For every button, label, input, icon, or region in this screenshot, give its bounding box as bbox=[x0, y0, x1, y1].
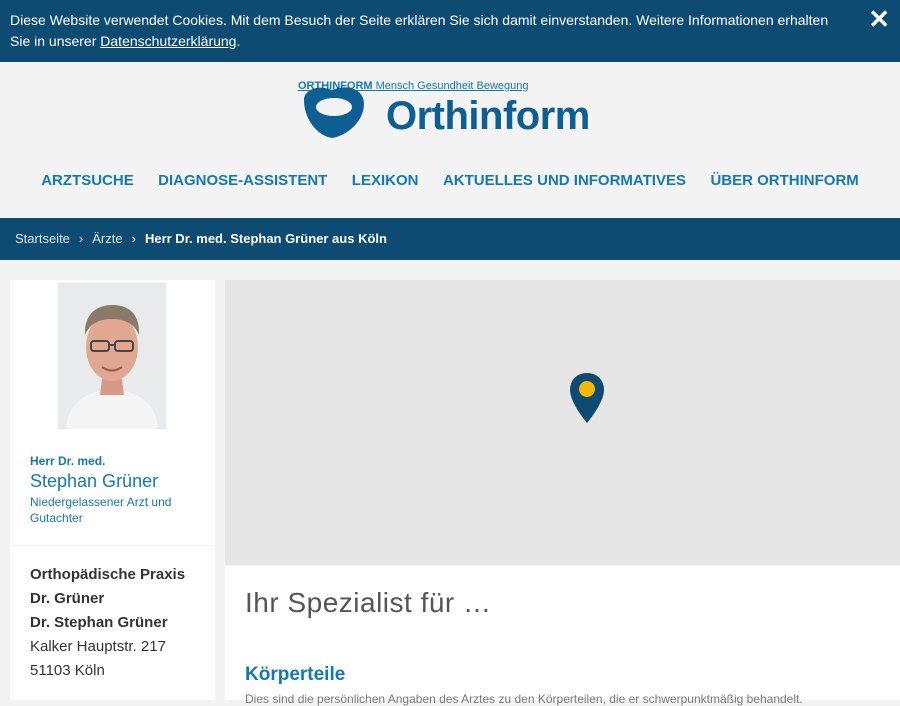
section-description: Dies sind die persönlichen Angaben des A… bbox=[245, 692, 803, 706]
site-header: ORTHINFORM Mensch Gesundheit Bewegung Or… bbox=[0, 62, 900, 218]
specialist-heading: Ihr Spezialist für … bbox=[245, 587, 492, 618]
nav-lexikon[interactable]: LEXIKON bbox=[352, 172, 419, 189]
cookie-text: Diese Website verwendet Cookies. Mit dem… bbox=[10, 10, 850, 52]
nav-diagnose-assistent[interactable]: DIAGNOSE-ASSISTENT bbox=[158, 172, 327, 189]
doctor-card: Herr Dr. med. Stephan Grüner Niedergelas… bbox=[10, 280, 215, 545]
breadcrumb-current: Herr Dr. med. Stephan Grüner aus Köln bbox=[144, 231, 387, 246]
practice-city: 51103 Köln bbox=[30, 662, 105, 679]
practice-doctor: Dr. Stephan Grüner bbox=[30, 614, 168, 631]
breadcrumb-separator: › bbox=[78, 231, 84, 246]
cookie-message-end: . bbox=[236, 33, 241, 49]
section-title-koerperteile: Körperteile bbox=[245, 664, 346, 685]
nav-aktuelles[interactable]: AKTUELLES UND INFORMATIVES bbox=[443, 172, 686, 189]
nav-ueber-orthinform[interactable]: ÜBER ORTHINFORM bbox=[710, 172, 858, 189]
logo-wordmark: Orthinform bbox=[386, 94, 590, 138]
practice-name: Orthopädische Praxis bbox=[30, 566, 186, 583]
logo-heart-icon bbox=[304, 87, 364, 138]
location-map[interactable] bbox=[225, 280, 900, 565]
breadcrumb-separator: › bbox=[131, 231, 136, 246]
specialist-section: Ihr Spezialist für … Körperteile Dies si… bbox=[225, 565, 900, 706]
cookie-banner: Diese Website verwendet Cookies. Mit dem… bbox=[0, 0, 900, 62]
doctor-role: Niedergelassener Arzt und Gutachter bbox=[30, 495, 172, 525]
main-nav: ARZTSUCHE DIAGNOSE-ASSISTENT LEXIKON AKT… bbox=[0, 172, 900, 190]
practice-street: Kalker Hauptstr. 217 bbox=[30, 638, 166, 655]
breadcrumb-aerzte[interactable]: Ärzte bbox=[92, 231, 122, 246]
practice-name-2: Dr. Grüner bbox=[30, 590, 105, 607]
breadcrumb-home[interactable]: Startseite bbox=[15, 231, 70, 246]
privacy-link[interactable]: Datenschutzerklärung bbox=[100, 33, 236, 49]
doctor-photo bbox=[58, 283, 166, 429]
logo[interactable]: Orthinform bbox=[298, 86, 608, 140]
doctor-name: Stephan Grüner bbox=[30, 471, 159, 491]
nav-arztsuche[interactable]: ARZTSUCHE bbox=[41, 172, 134, 189]
close-icon[interactable]: ✕ bbox=[868, 6, 890, 32]
doctor-title: Herr Dr. med. bbox=[30, 454, 106, 468]
practice-address: Orthopädische Praxis Dr. Grüner Dr. Step… bbox=[10, 546, 215, 700]
map-marker-icon[interactable] bbox=[569, 372, 605, 424]
breadcrumb: Startseite › Ärzte › Herr Dr. med. Stephan G… bbox=[0, 218, 900, 260]
